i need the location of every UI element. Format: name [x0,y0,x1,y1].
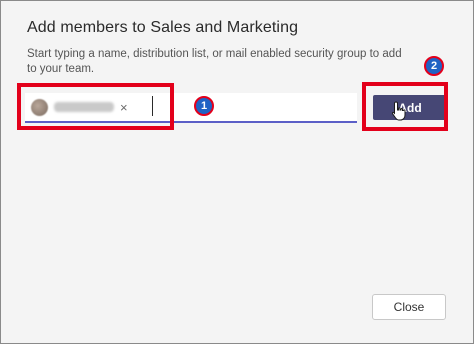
highlight-box-add-button [362,82,448,131]
add-members-dialog: Add members to Sales and Marketing Start… [0,0,474,344]
highlight-box-input [17,83,174,130]
step-badge-1: 1 [194,96,214,116]
dialog-description: Start typing a name, distribution list, … [27,48,402,75]
step-badge-2: 2 [424,56,444,76]
dialog-title: Add members to Sales and Marketing [27,19,299,36]
close-button[interactable]: Close [372,294,446,320]
